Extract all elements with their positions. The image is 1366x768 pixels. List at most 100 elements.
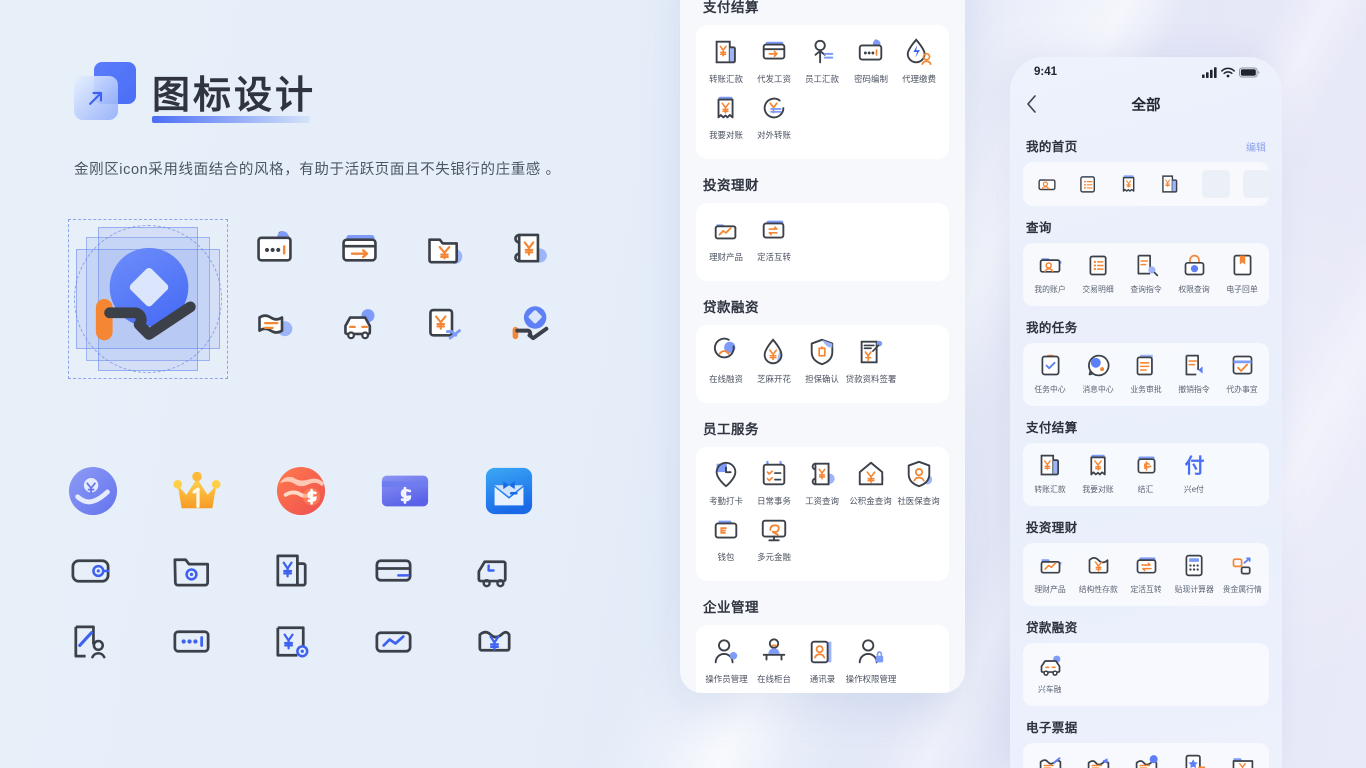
section-title: 我的首页	[1026, 140, 1078, 154]
account-card-icon[interactable]	[1036, 173, 1058, 195]
grid-item[interactable]: 密码编制	[847, 37, 895, 85]
item-label: 考勤打卡	[709, 496, 744, 506]
item-label: 工资查询	[805, 496, 840, 506]
refresh-circle-icon	[714, 337, 736, 359]
bill-search-icon	[1135, 755, 1158, 768]
wallet-chip-icon	[71, 559, 110, 583]
grid-item[interactable]: 代发工资	[750, 37, 798, 85]
grid-item[interactable]: 担保确认	[798, 337, 846, 385]
outline-row-2	[68, 619, 517, 664]
grid-item[interactable]: 我要对账	[1074, 452, 1122, 495]
section-card: 考勤打卡 日常事务 工资查询 公积金查询 社医保查询 钱包 多元金融	[696, 447, 949, 581]
grid-item[interactable]: 工资查询	[798, 459, 846, 507]
item-label: 兴e付	[1183, 484, 1204, 494]
receipt-yuan-icon[interactable]	[1118, 173, 1140, 195]
yuan-doc-hand-icon	[429, 308, 461, 340]
bill-header: 电子票据	[1026, 717, 1266, 736]
section-card: 转账汇款 代发工资 员工汇款 密码编制 代理缴费 我要对账 对外转账	[696, 25, 949, 159]
grid-item[interactable]: 员工汇款	[798, 37, 846, 85]
grid-item[interactable]: 定活互转	[750, 215, 798, 263]
grid-item[interactable]: 转账汇款	[702, 37, 750, 85]
grid-item[interactable]: 结汇	[1122, 452, 1170, 495]
yuan-receipt-icon	[1040, 454, 1059, 476]
crown-one-icon	[173, 471, 221, 509]
grid-item[interactable]: 我要对账	[702, 93, 750, 141]
scroll-yuan-icon	[514, 233, 547, 263]
grid-item[interactable]: 撤销指令	[1170, 352, 1218, 395]
grid-item[interactable]: 对外转账	[750, 93, 798, 141]
item-label: 日常事务	[757, 496, 792, 506]
cellular-signal-icon	[1202, 66, 1217, 78]
empty-slot[interactable]	[1243, 170, 1271, 198]
list-doc-icon[interactable]	[1077, 173, 1099, 195]
password-input-icon	[173, 630, 210, 653]
item-label: 查询指令	[1130, 284, 1162, 294]
grid-item[interactable]: 在线柜台	[750, 637, 798, 685]
grid-item[interactable]: 社医保查询	[895, 459, 943, 507]
grid-item[interactable]: 通讯录	[798, 637, 846, 685]
folder-trend-icon	[714, 224, 737, 240]
icon-spec-sheet-panel[interactable]: 支付结算 转账汇款 代发工资 员工汇款 密码编制 代理缴费 我要对账 对外转账 …	[680, 0, 965, 693]
grid-item[interactable]: 背书转让	[1170, 752, 1218, 768]
grid-item[interactable]: 贵金属行情	[1218, 552, 1266, 595]
item-label: 我要对账	[709, 130, 744, 140]
grid-item[interactable]: 交易明细	[1074, 252, 1122, 295]
person-lock-icon	[858, 639, 883, 664]
grid-item[interactable]: 芝麻开花	[750, 337, 798, 385]
grid-item[interactable]: 代理缴费	[895, 37, 943, 85]
grid-item[interactable]: 贷款资料签署	[845, 337, 896, 385]
item-label: 我要对账	[1082, 484, 1114, 494]
edit-button[interactable]: 编辑	[1246, 139, 1266, 154]
grid-item[interactable]: 理财产品	[1026, 552, 1074, 595]
grid-item[interactable]: 考勤打卡	[702, 459, 750, 507]
doc-undo-icon	[1185, 354, 1203, 376]
grid-item[interactable]: 定活互转	[1122, 552, 1170, 595]
status-bar: 9:41	[1010, 57, 1282, 87]
grid-item[interactable]: 操作权限管理	[845, 637, 896, 685]
grid-item[interactable]: 兴车融	[1026, 652, 1074, 695]
yuan-receipt-icon[interactable]	[1159, 173, 1181, 195]
grid-item[interactable]: 在线融资	[702, 337, 750, 385]
item-label: 交易明细	[1082, 284, 1114, 294]
grid-item[interactable]: 付 兴e付	[1170, 452, 1218, 495]
wifi-icon	[1221, 67, 1235, 77]
grid-item[interactable]: 代办事宜	[1218, 352, 1266, 395]
empty-slot[interactable]	[1202, 170, 1230, 198]
shield-bao-icon	[811, 338, 834, 366]
bill-undo-icon	[1087, 758, 1109, 768]
grid-item[interactable]: 电票查询	[1122, 752, 1170, 768]
grid-item[interactable]: 消息中心	[1074, 352, 1122, 395]
favorites-card	[1023, 162, 1271, 206]
item-label: 结汇	[1138, 484, 1154, 494]
grid-item[interactable]: 业务审批	[1122, 352, 1170, 395]
grid-item[interactable]: 贴现计算器	[1170, 552, 1218, 595]
grid-item[interactable]: 任务中心	[1026, 352, 1074, 395]
bag-search-icon	[1184, 254, 1204, 276]
dollar-box-icon	[1137, 456, 1155, 474]
grid-item[interactable]: 提示付款	[1218, 752, 1266, 768]
grid-item[interactable]: 票据撤回	[1074, 752, 1122, 768]
list-doc-icon	[1089, 255, 1107, 276]
card-minus-icon	[375, 559, 412, 582]
grid-item[interactable]: 转账汇款	[1026, 452, 1074, 495]
grid-item[interactable]: 电子回单	[1218, 252, 1266, 295]
account-card-icon	[1039, 258, 1061, 273]
grid-item[interactable]: 票据签收	[1026, 752, 1074, 768]
grid-item[interactable]: 钱包	[702, 515, 750, 563]
mobile-app-preview[interactable]: 9:41 全部 我的首页 编辑 查询 我的账户 交易明细 查询指令 权限查询 电…	[1010, 57, 1282, 768]
drop-yuan-icon	[763, 338, 783, 365]
card-transfer-icon	[342, 234, 377, 262]
grid-item[interactable]: 我的账户	[1026, 252, 1074, 295]
grid-item[interactable]: 结构性存款	[1074, 552, 1122, 595]
grid-item[interactable]: 公积金查询	[847, 459, 895, 507]
grid-item[interactable]: 多元金融	[750, 515, 798, 563]
grid-item[interactable]: 权限查询	[1170, 252, 1218, 295]
section-title: 员工服务	[703, 422, 759, 437]
grid-item[interactable]: 日常事务	[750, 459, 798, 507]
card-swap-icon	[763, 220, 785, 239]
grid-item[interactable]: 查询指令	[1122, 252, 1170, 295]
counter-person-icon	[763, 638, 786, 661]
item-label: 员工汇款	[805, 74, 840, 84]
grid-item[interactable]: 操作员管理	[702, 637, 750, 685]
grid-item[interactable]: 理财产品	[702, 215, 750, 263]
